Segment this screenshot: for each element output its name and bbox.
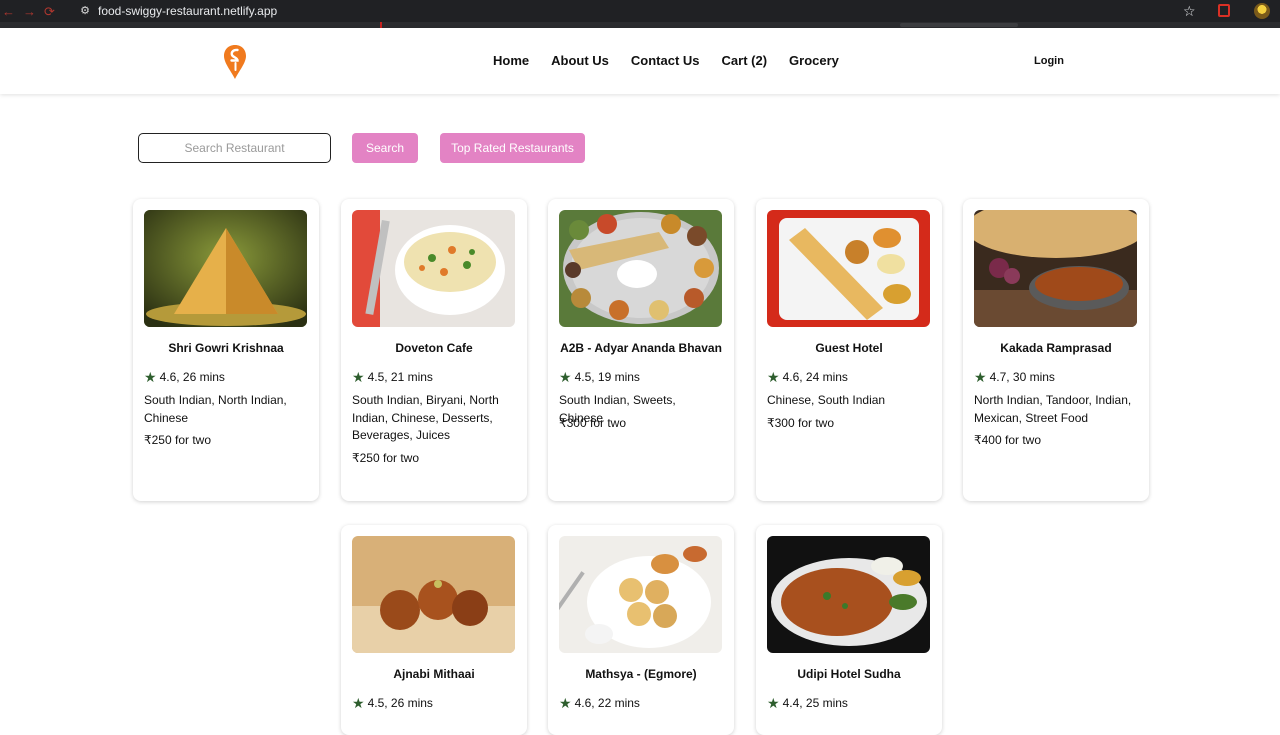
nav-cart[interactable]: Cart (2) <box>722 54 768 68</box>
restaurant-card[interactable]: Udipi Hotel Sudha ★ 4.4, 25 mins <box>756 525 942 735</box>
login-button[interactable]: Login <box>1034 55 1064 67</box>
restaurant-rating: ★ 4.6, 26 mins <box>144 370 225 384</box>
restaurant-card[interactable]: Shri Gowri Krishnaa ★ 4.6, 26 mins South… <box>133 199 319 501</box>
site-header: Home About Us Contact Us Cart (2) Grocer… <box>0 28 1280 94</box>
profile-avatar[interactable] <box>1254 3 1270 19</box>
rating-text: 4.5, 26 mins <box>367 696 433 710</box>
search-button[interactable]: Search <box>352 133 418 163</box>
star-icon: ★ <box>144 369 157 385</box>
restaurant-cuisines: North Indian, Tandoor, Indian, Mexican, … <box>974 393 1132 425</box>
restaurant-cuisines: South Indian, Biryani, North Indian, Chi… <box>352 393 499 442</box>
rating-text: 4.6, 26 mins <box>159 370 225 384</box>
forward-icon[interactable]: → <box>23 5 36 19</box>
restaurant-card[interactable]: Mathsya - (Egmore) ★ 4.6, 22 mins <box>548 525 734 735</box>
restaurant-rating: ★ 4.6, 22 mins <box>559 696 640 710</box>
restaurant-image-masala-dosa <box>767 210 930 327</box>
rating-text: 4.6, 24 mins <box>782 370 848 384</box>
restaurant-card[interactable]: Guest Hotel ★ 4.6, 24 mins Chinese, Sout… <box>756 199 942 501</box>
star-icon: ★ <box>974 369 987 385</box>
restaurant-image-dosa <box>144 210 307 327</box>
restaurant-name: Doveton Cafe <box>395 341 473 355</box>
restaurant-rating: ★ 4.5, 26 mins <box>352 696 433 710</box>
restaurant-rating: ★ 4.7, 30 mins <box>974 370 1055 384</box>
url-text[interactable]: food-swiggy-restaurant.netlify.app <box>98 4 277 18</box>
top-rated-button[interactable]: Top Rated Restaurants <box>440 133 585 163</box>
restaurant-cost: ₹300 for two <box>559 416 627 430</box>
rating-text: 4.7, 30 mins <box>989 370 1055 384</box>
restaurant-rating: ★ 4.6, 24 mins <box>767 370 848 384</box>
restaurant-image-dosa-plate <box>767 536 930 653</box>
restaurant-rating: ★ 4.5, 21 mins <box>352 370 433 384</box>
restaurant-card[interactable]: Ajnabi Mithaai ★ 4.5, 26 mins <box>341 525 527 735</box>
restaurant-image-idli <box>559 536 722 653</box>
nav-about-us[interactable]: About Us <box>551 54 609 68</box>
reload-icon[interactable]: ⟳ <box>44 5 55 19</box>
nav-contact-us[interactable]: Contact Us <box>631 54 700 68</box>
rating-text: 4.5, 21 mins <box>367 370 433 384</box>
restaurant-name: Ajnabi Mithaai <box>393 667 475 681</box>
restaurant-image-fried-rice <box>352 210 515 327</box>
rating-text: 4.4, 25 mins <box>782 696 848 710</box>
star-icon: ★ <box>767 369 780 385</box>
main-nav: Home About Us Contact Us Cart (2) Grocer… <box>493 54 839 68</box>
restaurant-image-curry <box>974 210 1137 327</box>
extension-icon[interactable] <box>1218 4 1230 17</box>
star-icon: ★ <box>559 695 572 711</box>
restaurant-cuisines: South Indian, North Indian, Chinese <box>144 393 287 425</box>
restaurant-name: Shri Gowri Krishnaa <box>168 341 284 355</box>
restaurant-cost: ₹250 for two <box>352 451 420 465</box>
restaurant-name: A2B - Adyar Ananda Bhavan <box>560 341 722 355</box>
star-icon: ★ <box>559 369 572 385</box>
star-icon: ★ <box>352 369 365 385</box>
restaurant-name: Mathsya - (Egmore) <box>585 667 697 681</box>
browser-nav-buttons: ← → ⟳ <box>0 5 55 19</box>
rating-text: 4.5, 19 mins <box>574 370 640 384</box>
rating-text: 4.6, 22 mins <box>574 696 640 710</box>
back-icon[interactable]: ← <box>2 5 15 19</box>
restaurant-cost: ₹250 for two <box>144 433 212 447</box>
restaurant-card[interactable]: A2B - Adyar Ananda Bhavan ★ 4.5, 19 mins… <box>548 199 734 501</box>
restaurant-name: Udipi Hotel Sudha <box>797 667 901 681</box>
tab-scroll-thumb[interactable] <box>900 23 1018 27</box>
restaurant-card[interactable]: Doveton Cafe ★ 4.5, 21 mins South Indian… <box>341 199 527 501</box>
restaurant-rating: ★ 4.5, 19 mins <box>559 370 640 384</box>
restaurant-cost: ₹300 for two <box>767 416 835 430</box>
search-input[interactable] <box>138 133 331 163</box>
restaurant-cost: ₹400 for two <box>974 433 1042 447</box>
restaurant-card[interactable]: Kakada Ramprasad ★ 4.7, 30 mins North In… <box>963 199 1149 501</box>
nav-home[interactable]: Home <box>493 54 529 68</box>
bookmark-star-icon[interactable]: ☆ <box>1183 3 1196 19</box>
restaurant-image-sweets <box>352 536 515 653</box>
site-info-icon[interactable]: ⚙ <box>78 4 92 18</box>
restaurant-name: Guest Hotel <box>815 341 883 355</box>
restaurant-image-thali <box>559 210 722 327</box>
star-icon: ★ <box>767 695 780 711</box>
star-icon: ★ <box>352 695 365 711</box>
swiggy-logo-icon[interactable] <box>223 44 247 80</box>
restaurant-cuisines: Chinese, South Indian <box>767 393 886 407</box>
restaurant-rating: ★ 4.4, 25 mins <box>767 696 848 710</box>
nav-grocery[interactable]: Grocery <box>789 54 839 68</box>
restaurant-name: Kakada Ramprasad <box>1000 341 1112 355</box>
